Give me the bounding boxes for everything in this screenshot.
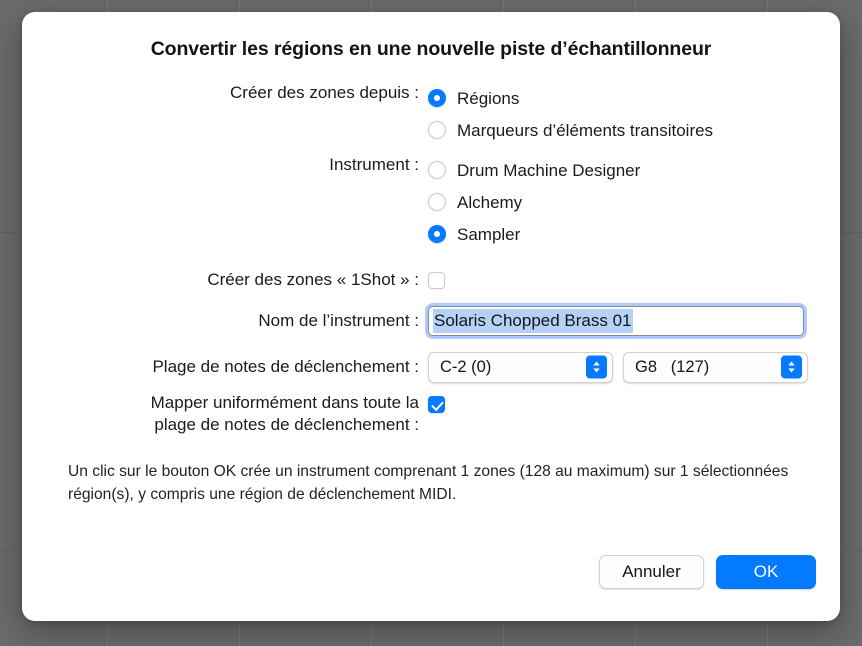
radio-indicator-regions[interactable]: [428, 89, 446, 107]
radio-option-regions[interactable]: Régions: [428, 82, 713, 114]
control-one-shot: [428, 269, 840, 291]
instrument-name-input[interactable]: Solaris Chopped Brass 01: [428, 306, 804, 336]
control-map-uniformly: [428, 392, 840, 414]
desktop-backdrop: Convertir les régions en une nouvelle pi…: [0, 0, 862, 646]
label-one-shot: Créer des zones « 1Shot » :: [207, 270, 419, 289]
label-create-zones-from: Créer des zones depuis :: [230, 83, 419, 102]
dialog-footer: Annuler OK: [599, 555, 816, 589]
label-map-uniformly: Mapper uniformément dans toute la plage …: [150, 393, 419, 434]
radio-option-drum-machine-designer[interactable]: Drum Machine Designer: [428, 154, 640, 186]
ok-button[interactable]: OK: [716, 555, 816, 589]
dialog-title: Convertir les régions en une nouvelle pi…: [150, 38, 712, 60]
row-instrument-name: Nom de l’instrument : Solaris Chopped Br…: [22, 304, 840, 338]
radio-label-regions: Régions: [457, 88, 520, 108]
control-instrument-name: Solaris Chopped Brass 01: [428, 306, 840, 336]
control-trigger-note-range: C-2 (0) G8 (127): [428, 351, 840, 383]
stepper-up-down-icon-high[interactable]: [781, 355, 802, 379]
dialog-description: Un clic sur le bouton OK crée un instrum…: [68, 463, 789, 503]
radio-indicator-sampler[interactable]: [428, 225, 446, 243]
radio-option-transient-markers[interactable]: Marqueurs d’éléments transitoires: [428, 114, 713, 146]
instrument-name-value: Solaris Chopped Brass 01: [433, 309, 633, 333]
stepper-up-down-icon-low[interactable]: [586, 355, 607, 379]
radio-label-sampler: Sampler: [457, 224, 521, 244]
radio-label-drum-machine-designer: Drum Machine Designer: [457, 160, 641, 180]
label-instrument-name: Nom de l’instrument :: [258, 311, 419, 330]
row-one-shot: Créer des zones « 1Shot » :: [22, 264, 840, 296]
trigger-note-high-value: G8 (127): [635, 357, 710, 376]
row-create-zones-from: Créer des zones depuis : Régions Marqueu…: [22, 82, 840, 146]
radio-indicator-drum-machine-designer[interactable]: [428, 161, 446, 179]
row-map-uniformly: Mapper uniformément dans toute la plage …: [22, 392, 840, 436]
radio-label-alchemy: Alchemy: [457, 192, 523, 212]
checkbox-one-shot[interactable]: [428, 271, 445, 289]
control-create-zones-from: Régions Marqueurs d’éléments transitoire…: [428, 82, 840, 146]
cancel-button[interactable]: Annuler: [599, 555, 704, 589]
convert-regions-dialog: Convertir les régions en une nouvelle pi…: [22, 12, 840, 621]
trigger-note-low-stepper[interactable]: C-2 (0): [428, 351, 613, 383]
label-trigger-note-range: Plage de notes de déclenchement :: [152, 357, 419, 376]
radio-option-alchemy[interactable]: Alchemy: [428, 186, 640, 218]
label-instrument: Instrument :: [329, 155, 419, 174]
radio-indicator-transient-markers[interactable]: [428, 121, 446, 139]
row-instrument: Instrument : Drum Machine Designer Alche…: [22, 154, 840, 250]
radio-label-transient-markers: Marqueurs d’éléments transitoires: [457, 120, 714, 140]
checkbox-map-uniformly[interactable]: [428, 396, 445, 413]
trigger-note-low-value: C-2 (0): [440, 357, 492, 376]
trigger-note-high-stepper[interactable]: G8 (127): [623, 351, 808, 383]
radio-option-sampler[interactable]: Sampler: [428, 218, 640, 250]
dialog-form: Créer des zones depuis : Régions Marqueu…: [22, 82, 840, 436]
row-trigger-note-range: Plage de notes de déclenchement : C-2 (0…: [22, 350, 840, 384]
control-instrument: Drum Machine Designer Alchemy Sampler: [428, 154, 840, 250]
radio-indicator-alchemy[interactable]: [428, 193, 446, 211]
